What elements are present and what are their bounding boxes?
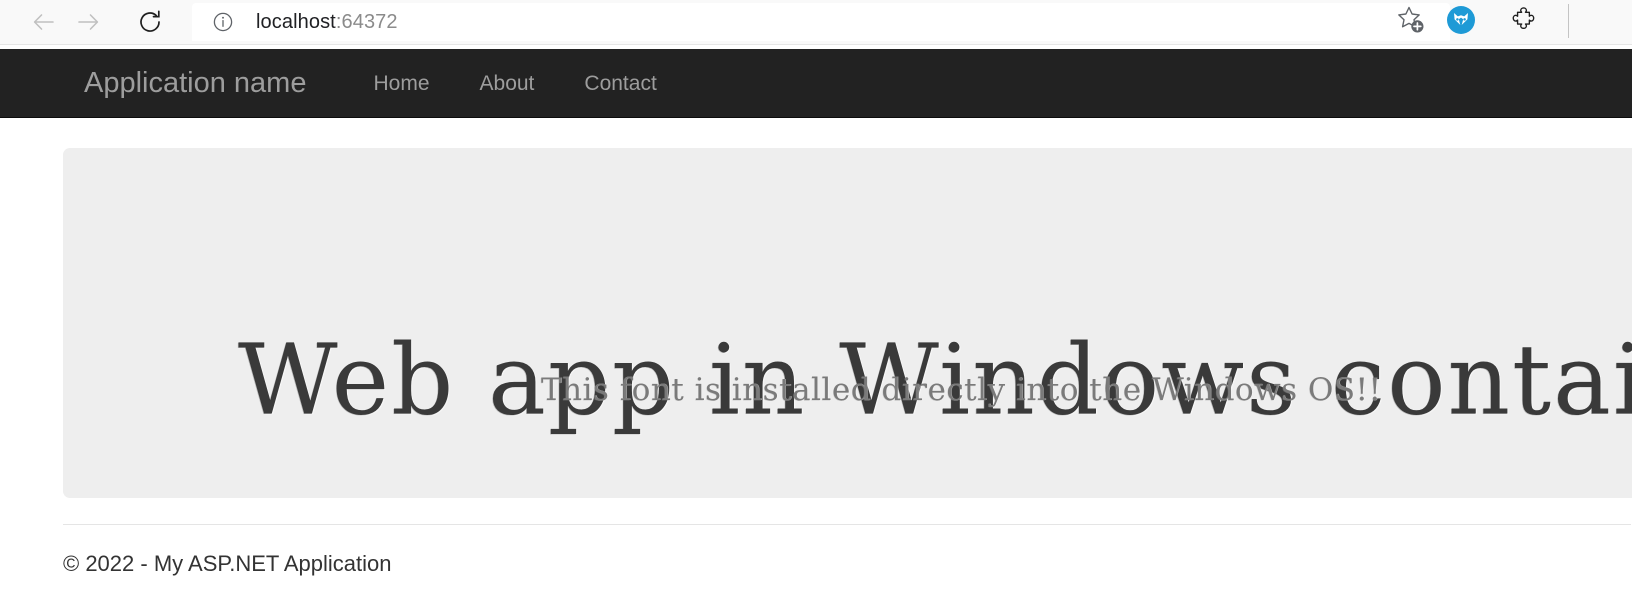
back-button[interactable] (20, 0, 68, 44)
arrow-left-icon (29, 7, 59, 37)
browser-extension-button[interactable] (1437, 0, 1485, 44)
nav-link-home[interactable]: Home (348, 73, 454, 94)
nav-link-contact[interactable]: Contact (559, 73, 681, 94)
arrow-right-icon (73, 7, 103, 37)
puzzle-piece-icon (1509, 5, 1539, 40)
toolbar-divider (1568, 4, 1569, 38)
wolf-head-extension-icon (1446, 5, 1476, 40)
footer-copyright: © 2022 - My ASP.NET Application (63, 551, 392, 576)
reload-icon (136, 8, 164, 36)
address-bar[interactable]: localhost:64372 (192, 3, 1450, 41)
app-navbar: Application name Home About Contact (0, 49, 1632, 118)
forward-button[interactable] (64, 0, 112, 44)
nav-link-about[interactable]: About (455, 73, 560, 94)
navbar-brand[interactable]: Application name (84, 68, 306, 98)
url-host: localhost (256, 10, 336, 33)
footer-divider (63, 524, 1631, 525)
add-favorite-button[interactable] (1387, 0, 1435, 44)
navbar-links: Home About Contact (348, 73, 681, 94)
extensions-button[interactable] (1500, 0, 1548, 44)
url-port: :64372 (335, 10, 398, 33)
jumbotron: Web app in Windows container This font i… (63, 148, 1632, 498)
address-bar-text: localhost:64372 (256, 11, 398, 34)
star-plus-icon (1394, 3, 1428, 42)
info-circle-icon[interactable] (212, 11, 234, 33)
browser-toolbar: localhost:64372 (0, 0, 1632, 45)
reload-button[interactable] (126, 0, 174, 44)
page-subtitle: This font is installed directly into the… (541, 372, 1382, 408)
